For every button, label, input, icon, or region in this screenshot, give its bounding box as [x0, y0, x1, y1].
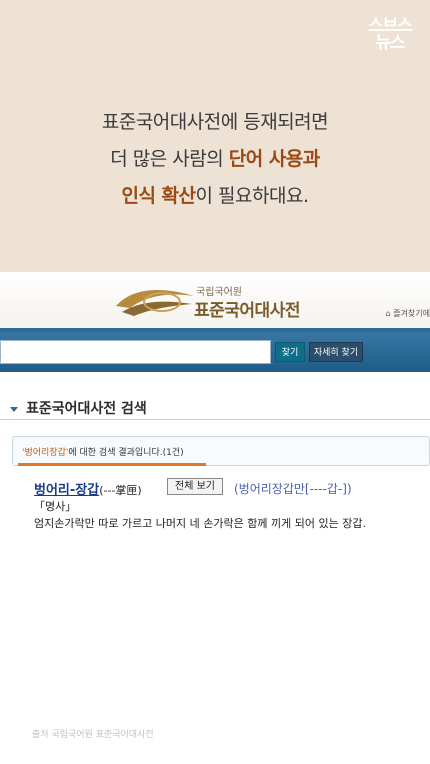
result-underline — [18, 463, 206, 466]
entry-headword: 벙어리-장갑(---掌匣) — [34, 479, 142, 498]
caption-line-3-post: 이 필요하대요. — [195, 185, 309, 207]
section-divider — [0, 419, 430, 420]
national-institute-emblem-icon — [116, 290, 194, 316]
section-title-label: 표준국어대사전 검색 — [26, 401, 147, 417]
search-button[interactable]: 찾기 — [275, 342, 305, 362]
result-summary: '벙어리장갑'에 대한 검색 결과입니다.(1건) — [22, 445, 184, 458]
entry-hanja: (---掌匣) — [99, 484, 142, 497]
entry-definition: 엄지손가락만 따로 가르고 나머지 네 손가락은 함께 끼게 되어 있는 장갑. — [34, 517, 366, 530]
entry-part-of-speech: 「명사」 — [34, 500, 77, 513]
result-query: '벙어리장갑' — [22, 448, 69, 458]
caption-line-1: 표준국어대사전에 등재되려면 — [101, 111, 329, 133]
caption-text: 표준국어대사전에 등재되려면 더 많은 사람의 단어 사용과 인식 확산이 필요… — [0, 104, 430, 215]
entry-word-link[interactable]: 벙어리-장갑 — [34, 483, 99, 498]
logo-line-2: 뉴스 — [375, 33, 405, 53]
caption-line-3: 인식 확산이 필요하대요. — [0, 178, 430, 215]
caption-line-2-highlight: 단어 사용과 — [228, 148, 321, 170]
caption-line-2-pre: 더 많은 사람의 — [110, 148, 229, 170]
search-bar: 찾기 자세히 찾기 — [0, 328, 430, 372]
site-header: 국립국어원 표준국어대사전 ⌂ 즐겨찾기에 — [0, 272, 430, 328]
subs-news-logo: 스브스 뉴스 — [366, 18, 414, 52]
search-input[interactable] — [0, 340, 271, 364]
source-credit: 출처 국립국어원 표준국어대사전 — [32, 730, 154, 740]
caption-line-2: 더 많은 사람의 단어 사용과 — [0, 141, 430, 178]
entry-pronunciation: (벙어리장갑만[----갑-]) — [234, 482, 352, 496]
caption-card: 스브스 뉴스 표준국어대사전에 등재되려면 더 많은 사람의 단어 사용과 인식… — [0, 0, 430, 272]
site-title[interactable]: 표준국어대사전 — [194, 296, 300, 321]
favorite-label: 즐겨찾기에 — [393, 309, 430, 318]
caret-down-icon — [10, 406, 18, 412]
section-title: 표준국어대사전 검색 — [10, 398, 147, 418]
search-bar-top-line — [0, 328, 430, 332]
dictionary-screenshot: 국립국어원 표준국어대사전 ⌂ 즐겨찾기에 찾기 자세히 찾기 표준국어대사전 … — [0, 272, 430, 764]
result-summary-text: 에 대한 검색 결과입니다.(1건) — [68, 448, 184, 458]
full-view-button[interactable]: 전체 보기 — [167, 478, 223, 495]
detail-search-button[interactable]: 자세히 찾기 — [309, 342, 363, 362]
favorite-link[interactable]: ⌂ 즐겨찾기에 — [386, 308, 430, 319]
caption-line-3-highlight: 인식 확산 — [121, 185, 196, 207]
